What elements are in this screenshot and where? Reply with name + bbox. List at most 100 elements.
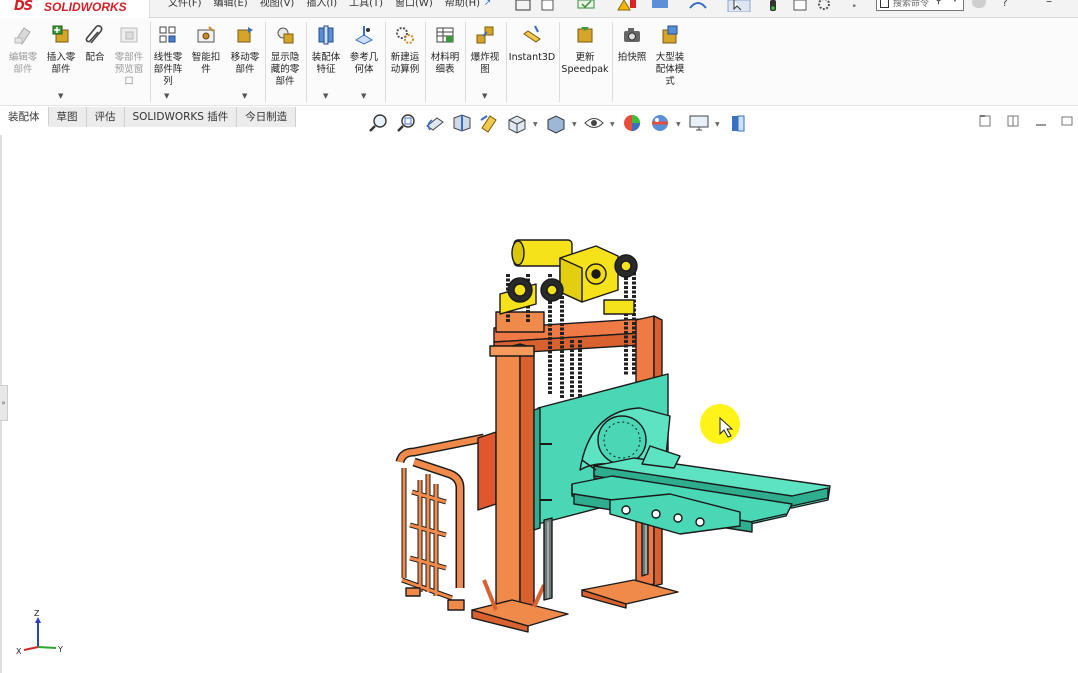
traffic-warning-icon[interactable]: [617, 0, 636, 11]
search-icon[interactable]: ⚲: [935, 0, 942, 6]
menu-view[interactable]: 视图(V): [254, 0, 301, 8]
mate-button[interactable]: 配合: [82, 24, 108, 64]
menu-window[interactable]: 窗口(W): [389, 0, 439, 8]
zoom-to-fit-icon[interactable]: [368, 112, 390, 134]
task-pane-toggle-icon[interactable]: [727, 112, 749, 134]
edit-component-button[interactable]: 编辑零 部件: [6, 24, 40, 76]
linear-pattern-label-3: 列: [163, 76, 173, 87]
update-speedpak-label-1: 更新: [575, 52, 595, 63]
show-hidden-label-2: 藏的零: [270, 64, 300, 75]
move-component-dropdown-icon[interactable]: ▼: [242, 92, 247, 100]
apply-scene-icon[interactable]: [649, 112, 671, 134]
y-axis-label: Y: [57, 645, 63, 654]
view-settings-monitor-icon[interactable]: [688, 112, 710, 134]
edit-appearance-icon[interactable]: [621, 112, 643, 134]
motion-study-icon: [396, 27, 414, 44]
rebuild-icon[interactable]: [577, 0, 595, 9]
search-scope-icon: [880, 0, 889, 8]
options-gear-icon[interactable]: [818, 0, 830, 10]
display-style-dropdown-icon[interactable]: ▼: [572, 121, 577, 128]
menu-edit[interactable]: 编辑(E): [208, 0, 254, 8]
machine-assembly-model[interactable]: Z X Y: [0, 135, 1078, 673]
motion-study-label-1: 新建运: [390, 52, 420, 63]
file-properties-icon[interactable]: [793, 0, 807, 11]
command-search-box[interactable]: 搜索命令 ⚲ ▾: [876, 0, 964, 11]
user-account-icon[interactable]: [972, 0, 986, 8]
take-snapshot-label: 拍快照: [617, 52, 647, 63]
solidworks-logo[interactable]: DS SOLIDWORKS: [0, 0, 150, 18]
component-preview-window-button[interactable]: 零部件 预览窗 口: [110, 24, 148, 88]
dynamic-annotation-views-icon[interactable]: [478, 112, 500, 134]
new-motion-study-button[interactable]: 新建运 动算例: [386, 24, 424, 76]
section-view-icon[interactable]: [451, 112, 473, 134]
feature-manager-expand-handle[interactable]: »: [0, 385, 8, 421]
linear-component-pattern-button[interactable]: 线性零 部件阵 列: [151, 24, 185, 88]
large-assembly-label-2: 配体模: [655, 64, 685, 75]
view-orientation-icon[interactable]: [506, 112, 528, 134]
previous-view-icon[interactable]: [424, 112, 446, 134]
menu-help[interactable]: 帮助(H): [439, 0, 486, 8]
pin-icon[interactable]: ➚: [484, 0, 492, 8]
view-orientation-dropdown-icon[interactable]: ▼: [533, 121, 538, 128]
toolbar-overflow-icon[interactable]: ⁍: [852, 2, 857, 12]
zoom-to-area-icon[interactable]: [396, 112, 418, 134]
print-icon[interactable]: [652, 0, 668, 8]
exploded-view-label-2: 图: [480, 64, 490, 75]
insert-components-dropdown-icon[interactable]: ▼: [58, 92, 63, 100]
tab-assembly[interactable]: 装配体: [0, 107, 49, 127]
large-assembly-label-3: 式: [665, 76, 675, 87]
exploded-view-button[interactable]: 爆炸视 图: [466, 24, 504, 76]
exploded-view-label-1: 爆炸视: [470, 52, 500, 63]
assembly-features-label-2: 特征: [316, 64, 336, 75]
tile-window-icon[interactable]: [1006, 114, 1020, 128]
move-component-button[interactable]: 移动零 部件: [226, 24, 264, 76]
exploded-view-dropdown-icon[interactable]: ▼: [482, 92, 487, 100]
take-snapshot-button[interactable]: 拍快照: [613, 24, 651, 64]
select-tool-button[interactable]: [727, 0, 751, 12]
search-placeholder: 搜索命令: [893, 0, 930, 9]
large-assembly-mode-button[interactable]: 大型装 配体模 式: [650, 24, 690, 88]
view-settings-dropdown-icon[interactable]: ▼: [715, 121, 720, 128]
minimize-window-icon[interactable]: –: [1046, 0, 1052, 8]
new-document-icon[interactable]: [541, 0, 554, 11]
maximize-document-icon[interactable]: [1060, 114, 1074, 128]
show-hidden-components-button[interactable]: 显示隐 藏的零 部件: [266, 24, 304, 88]
help-question-icon[interactable]: ?: [1002, 0, 1008, 9]
linear-pattern-label-2: 部件阵: [153, 64, 183, 75]
hide-show-dropdown-icon[interactable]: ▼: [610, 121, 615, 128]
assembly-features-dropdown-icon[interactable]: ▼: [323, 92, 328, 100]
menu-file[interactable]: 文件(F): [162, 0, 208, 8]
tab-sketch[interactable]: 草图: [48, 107, 87, 127]
reference-geometry-dropdown-icon[interactable]: ▼: [361, 92, 366, 100]
insert-components-button[interactable]: 插入零 部件: [42, 24, 80, 76]
tab-manufacturing-today[interactable]: 今日制造: [237, 107, 297, 127]
graphics-viewport[interactable]: Z X Y: [0, 135, 1078, 673]
motion-study-label-2: 动算例: [390, 64, 420, 75]
menu-tools[interactable]: 工具(T): [343, 0, 389, 8]
motor-gearbox[interactable]: [499, 239, 638, 315]
assembly-features-label-1: 装配体: [311, 52, 341, 63]
reference-geometry-button[interactable]: 参考几 何体: [345, 24, 383, 76]
home-icon[interactable]: [515, 0, 531, 11]
search-dropdown-icon[interactable]: ▾: [953, 0, 957, 4]
assembly-features-button[interactable]: 装配体 特征: [307, 24, 345, 76]
traffic-light-icon[interactable]: [770, 0, 776, 11]
undo-icon[interactable]: [689, 2, 707, 9]
rear-panel[interactable]: [477, 431, 497, 511]
restore-window-icon[interactable]: [978, 114, 992, 128]
insert-components-icon: [52, 25, 69, 43]
safety-railing[interactable]: [395, 433, 485, 611]
linear-pattern-dropdown-icon[interactable]: ▼: [164, 92, 169, 100]
ds-logo-mark: DS: [14, 0, 33, 14]
display-style-icon[interactable]: [545, 112, 567, 134]
instant3d-button[interactable]: Instant3D: [507, 24, 557, 64]
update-speedpak-button[interactable]: 更新 Speedpak: [560, 24, 610, 76]
tab-solidworks-addins[interactable]: SOLIDWORKS 插件: [124, 107, 238, 127]
bill-of-materials-button[interactable]: 材料明 细表: [426, 24, 464, 76]
tab-evaluate[interactable]: 评估: [86, 107, 125, 127]
hide-show-items-icon[interactable]: [583, 112, 605, 134]
apply-scene-dropdown-icon[interactable]: ▼: [676, 121, 681, 128]
minimize-document-icon[interactable]: [1034, 114, 1048, 128]
menu-insert[interactable]: 插入(I): [300, 0, 343, 8]
smart-fasteners-button[interactable]: 智能扣 件: [188, 24, 224, 76]
